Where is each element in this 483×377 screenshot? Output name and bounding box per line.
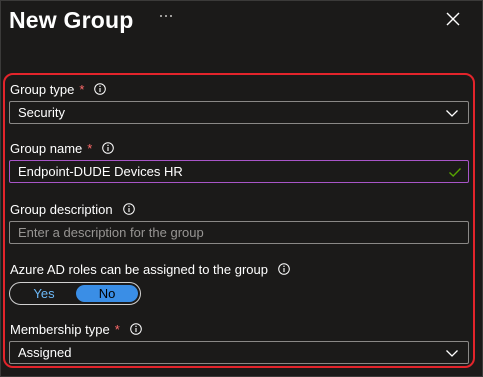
membership-type-label-text: Membership type [10,321,110,337]
membership-type-label: Membership type * [10,321,142,337]
close-icon [446,12,460,26]
required-indicator: * [87,140,93,156]
checkmark-icon [449,167,462,177]
toggle-option-yes[interactable]: Yes [12,285,76,302]
group-description-input[interactable]: Enter a description for the group [9,221,469,244]
chevron-down-icon [446,109,458,117]
group-type-label-text: Group type [10,81,75,97]
group-description-label: Group description [10,201,135,217]
group-name-input[interactable]: Endpoint-DUDE Devices HR [9,160,469,183]
info-icon[interactable] [129,323,142,335]
required-indicator: * [114,321,120,337]
chevron-down-icon [446,349,458,357]
membership-type-value: Assigned [18,345,72,360]
azure-ad-roles-label-text: Azure AD roles can be assigned to the gr… [10,261,268,277]
group-type-value: Security [18,105,65,120]
info-icon[interactable] [94,83,107,95]
azure-ad-roles-label: Azure AD roles can be assigned to the gr… [10,261,290,277]
group-name-label-text: Group name [10,140,83,156]
group-type-dropdown[interactable]: Security [9,101,469,124]
membership-type-dropdown[interactable]: Assigned [9,341,469,364]
group-description-placeholder: Enter a description for the group [18,225,204,240]
group-type-label: Group type * [10,81,107,97]
info-icon[interactable] [278,263,290,275]
info-icon[interactable] [122,203,135,215]
info-icon[interactable] [102,142,115,154]
ellipsis-icon [160,15,172,17]
group-name-value: Endpoint-DUDE Devices HR [18,164,183,179]
group-description-label-text: Group description [10,201,113,217]
page-title: New Group [9,7,134,33]
group-name-label: Group name * [10,140,115,156]
toggle-option-no[interactable]: No [76,285,138,302]
azure-ad-roles-toggle[interactable]: Yes No [9,282,141,305]
required-indicator: * [79,81,85,97]
close-button[interactable] [442,8,464,30]
more-options-button[interactable] [157,6,175,26]
